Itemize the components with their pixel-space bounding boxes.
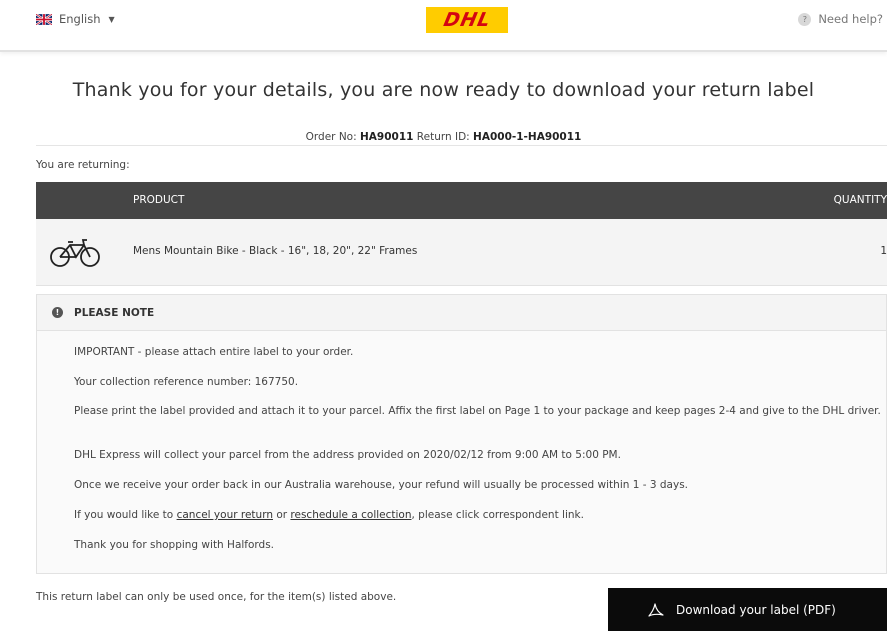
note-important: IMPORTANT - please attach entire label t… [74, 346, 354, 358]
please-note-box: ! PLEASE NOTE IMPORTANT - please attach … [36, 294, 887, 574]
note-links-line: If you would like to cancel your return … [74, 508, 884, 522]
product-name: Mens Mountain Bike - Black - 16", 18, 20… [133, 245, 418, 257]
please-note-header: ! PLEASE NOTE [37, 295, 886, 331]
caret-down-icon: ▼ [108, 14, 115, 24]
uk-flag-icon [36, 13, 52, 25]
note-print-instructions: Please print the label provided and atta… [74, 405, 881, 417]
return-id-label: Return ID: [416, 131, 470, 143]
reschedule-collection-link[interactable]: reschedule a collection [290, 509, 411, 521]
pdf-icon [648, 602, 664, 617]
single-use-notice: This return label can only be used once,… [36, 591, 397, 603]
order-info: Order No: HA90011 Return ID: HA000-1-HA9… [0, 131, 887, 143]
order-no-label: Order No: [305, 131, 357, 143]
dhl-logo: DHL [426, 7, 508, 33]
note-thanks: Thank you for shopping with Halfords. [74, 539, 275, 551]
language-selector[interactable]: English ▼ [36, 12, 115, 26]
please-note-title: PLEASE NOTE [74, 306, 155, 319]
note-refund-info: Once we receive your order back in our A… [74, 479, 689, 491]
page-title: Thank you for your details, you are now … [72, 79, 815, 101]
download-label-button[interactable]: Download your label (PDF) [608, 588, 887, 631]
cancel-return-link[interactable]: cancel your return [177, 509, 273, 521]
note-collection-reference: Your collection reference number: 167750… [74, 376, 299, 388]
return-id-value: HA000-1-HA90011 [473, 131, 582, 143]
page: English ▼ DHL ? Need help? Thank you for… [0, 0, 887, 632]
exclamation-icon: ! [52, 307, 63, 318]
note-links-suffix: , please click correspondent link. [411, 509, 584, 521]
note-links-middle: or [272, 509, 291, 521]
need-help-label: Need help? [818, 12, 883, 26]
returning-label: You are returning: [36, 159, 130, 171]
column-header-quantity: QUANTITY [833, 194, 887, 206]
dhl-logo-text: DHL [441, 9, 493, 31]
column-header-product: PRODUCT [133, 194, 185, 206]
product-quantity: 1 [880, 245, 887, 257]
language-label: English [59, 12, 101, 26]
need-help-link[interactable]: ? Need help? [798, 12, 883, 26]
table-header: PRODUCT QUANTITY [36, 182, 887, 219]
order-no-value: HA90011 [360, 131, 414, 143]
download-label-text: Download your label (PDF) [676, 602, 836, 617]
help-icon: ? [798, 12, 812, 26]
table-row: Mens Mountain Bike - Black - 16", 18, 20… [36, 219, 887, 286]
divider [36, 145, 887, 146]
note-collection-date: DHL Express will collect your parcel fro… [74, 449, 621, 461]
note-links-prefix: If you would like to [74, 509, 177, 521]
bicycle-icon [50, 239, 100, 267]
header: English ▼ DHL ? Need help? [0, 0, 887, 52]
